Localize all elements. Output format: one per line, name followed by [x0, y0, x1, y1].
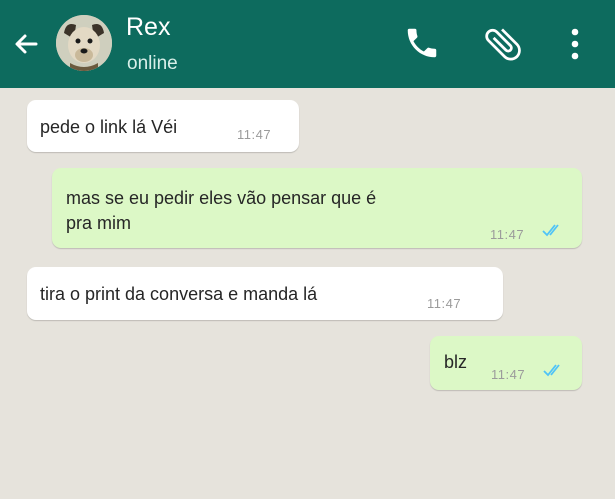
more-vert-icon[interactable] [563, 24, 587, 64]
message-time: 11:47 [427, 296, 462, 311]
message-bubble-outgoing[interactable]: mas se eu pedir eles vão pensar que é pr… [52, 168, 582, 248]
message-text-line-2: pra mim [66, 213, 132, 233]
message-text: blz [444, 352, 468, 372]
message-list[interactable]: pede o link lá Véi 11:47 mas se eu pedir… [0, 88, 615, 499]
read-receipt-icon [543, 364, 560, 377]
message-text-line-1: mas se eu pedir eles vão pensar que é [66, 188, 377, 208]
read-receipt-icon [542, 224, 559, 237]
message-time: 11:47 [491, 367, 526, 382]
message-time: 11:47 [490, 227, 525, 242]
paperclip-icon[interactable] [481, 22, 525, 66]
message-time: 11:47 [237, 127, 272, 142]
message-bubble-outgoing[interactable]: blz 11:47 [430, 336, 582, 390]
contact-name[interactable]: Rex [126, 12, 170, 42]
message-text: pede o link lá Véi [40, 117, 178, 137]
message-bubble-incoming[interactable]: pede o link lá Véi 11:47 [27, 100, 299, 152]
back-arrow-icon[interactable] [10, 28, 42, 60]
chat-header: Rex online [0, 0, 615, 88]
phone-icon[interactable] [403, 24, 441, 62]
message-bubble-incoming[interactable]: tira o print da conversa e manda lá 11:4… [27, 267, 503, 320]
message-text: tira o print da conversa e manda lá [40, 284, 318, 304]
avatar[interactable] [56, 15, 112, 71]
contact-status: online [127, 53, 178, 74]
dog-avatar-image [56, 15, 112, 71]
